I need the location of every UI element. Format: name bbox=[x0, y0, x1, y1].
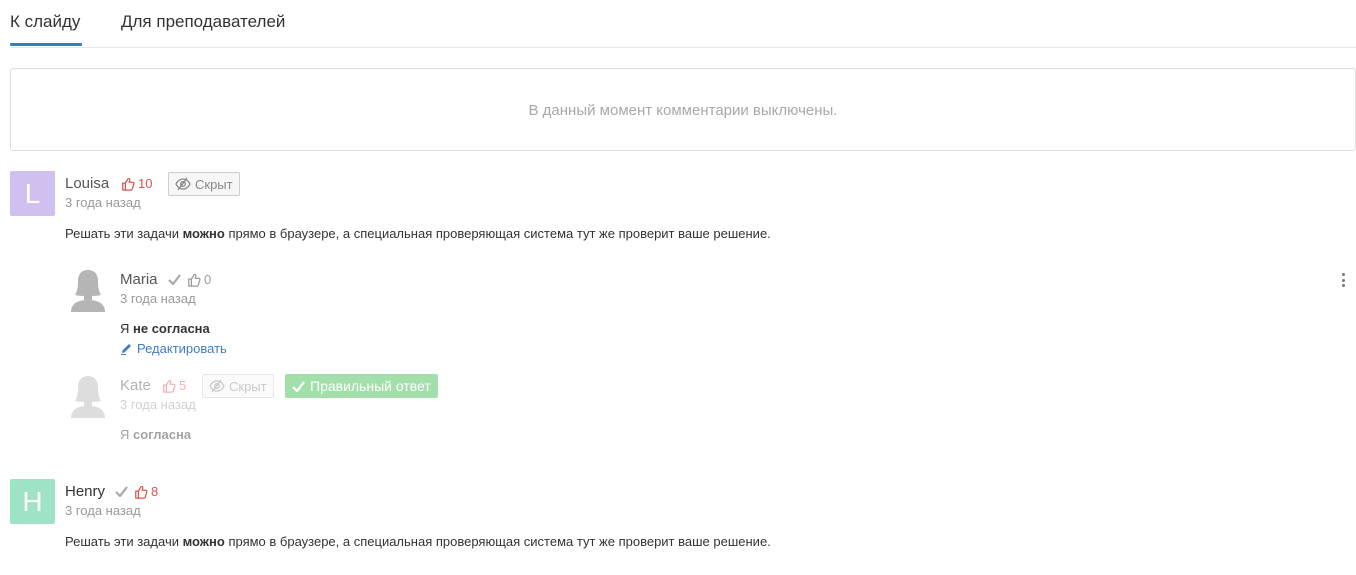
edit-link-label: Редактировать bbox=[137, 341, 227, 356]
comment-author[interactable]: Louisa bbox=[65, 175, 109, 192]
comment-text-part: прямо в браузере, а специальная проверяю… bbox=[224, 226, 771, 241]
comment-time: 3 года назад bbox=[65, 195, 141, 210]
check-icon bbox=[292, 380, 305, 392]
like-button[interactable]: 0 bbox=[187, 272, 211, 287]
pencil-icon bbox=[121, 344, 131, 355]
comment-text: Решать эти задачи можно прямо в браузере… bbox=[65, 226, 771, 241]
reply-time: 3 года назад bbox=[120, 397, 196, 412]
reply-time: 3 года назад bbox=[120, 291, 196, 306]
comment-text: Решать эти задачи можно прямо в браузере… bbox=[65, 534, 771, 549]
thumbs-up-icon bbox=[163, 379, 176, 393]
like-count: 8 bbox=[151, 484, 159, 499]
comments-disabled-text: В данный момент комментарии выключены. bbox=[528, 102, 838, 119]
check-icon bbox=[115, 486, 128, 497]
comment-text-bold: можно bbox=[182, 534, 225, 549]
like-count: 10 bbox=[138, 176, 153, 191]
hidden-toggle-label: Скрыт bbox=[195, 176, 233, 192]
avatar-letter: L bbox=[24, 178, 41, 209]
more-options-icon[interactable] bbox=[1338, 271, 1348, 289]
eye-slash-icon bbox=[209, 379, 225, 393]
avatar-letter: H bbox=[22, 486, 43, 517]
comment-time: 3 года назад bbox=[65, 503, 141, 518]
avatar[interactable]: H bbox=[10, 479, 55, 524]
reply-text-part: Я bbox=[120, 321, 133, 336]
hidden-toggle-button[interactable]: Скрыт bbox=[168, 172, 240, 196]
comment-text-part: прямо в браузере, а специальная проверяю… bbox=[224, 534, 771, 549]
comment-text-part: Решать эти задачи bbox=[65, 534, 183, 549]
reply-text: Я не согласна bbox=[120, 321, 210, 336]
tab-to-slide[interactable]: К слайду bbox=[10, 12, 83, 46]
thumbs-up-icon bbox=[188, 273, 201, 287]
reply-author[interactable]: Maria bbox=[120, 271, 158, 288]
like-count: 5 bbox=[179, 378, 187, 393]
like-count: 0 bbox=[204, 272, 212, 287]
comments-disabled-notice: В данный момент комментарии выключены. bbox=[10, 68, 1356, 151]
default-avatar-icon[interactable] bbox=[69, 268, 107, 312]
kebab-dot bbox=[1341, 278, 1345, 282]
reply-text-part: Я bbox=[120, 427, 133, 442]
like-button[interactable]: 8 bbox=[134, 484, 158, 499]
kebab-dot bbox=[1341, 273, 1345, 276]
comment-text-part: Решать эти задачи bbox=[65, 226, 183, 241]
thumbs-up-icon bbox=[135, 485, 148, 499]
edit-link[interactable]: Редактировать bbox=[120, 341, 227, 356]
check-icon bbox=[168, 274, 181, 285]
reply-text-bold: согласна bbox=[133, 427, 192, 442]
correct-answer-button[interactable]: Правильный ответ bbox=[285, 374, 438, 398]
comment-author[interactable]: Henry bbox=[65, 483, 105, 500]
kebab-dot bbox=[1341, 284, 1345, 287]
correct-answer-label: Правильный ответ bbox=[310, 378, 431, 394]
hidden-toggle-label: Скрыт bbox=[229, 378, 267, 394]
reply-author[interactable]: Kate bbox=[120, 377, 151, 394]
like-button[interactable]: 10 bbox=[121, 176, 152, 191]
reply-text-bold: не согласна bbox=[133, 321, 210, 336]
like-button[interactable]: 5 bbox=[162, 378, 186, 393]
tab-bar: К слайду Для преподавателей bbox=[10, 0, 1356, 48]
hidden-toggle-button[interactable]: Скрыт bbox=[202, 374, 274, 398]
comment-text-bold: можно bbox=[182, 226, 225, 241]
reply-text: Я согласна bbox=[120, 427, 191, 442]
avatar[interactable]: L bbox=[10, 171, 55, 216]
tab-for-teachers[interactable]: Для преподавателей bbox=[121, 12, 285, 32]
default-avatar-icon[interactable] bbox=[69, 374, 107, 418]
thumbs-up-icon bbox=[122, 177, 135, 191]
eye-slash-icon bbox=[175, 177, 191, 191]
